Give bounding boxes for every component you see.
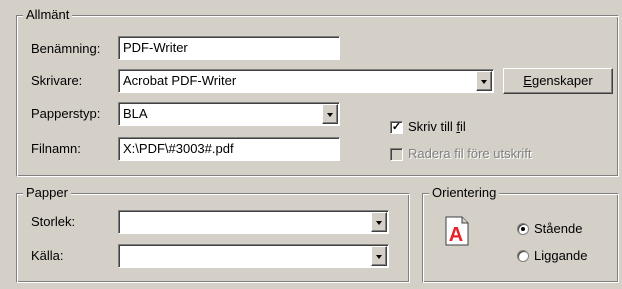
name-input[interactable]: PDF-Writer — [118, 36, 340, 60]
portrait-icon-letter: A — [449, 224, 463, 246]
properties-button-rest: genskaper — [531, 73, 593, 88]
print-to-file-prefix: Skriv till — [408, 119, 457, 134]
paper-type-label: Papperstyp: — [31, 106, 101, 121]
paper-legend: Papper — [23, 185, 71, 201]
chevron-down-icon[interactable] — [371, 246, 387, 266]
portrait-page-icon: A — [445, 216, 469, 246]
general-groupbox: Allmänt Benämning: PDF-Writer Skrivare: … — [16, 7, 619, 177]
source-select[interactable] — [118, 244, 389, 268]
chevron-down-icon[interactable] — [476, 71, 492, 91]
print-to-file-label[interactable]: Skriv till fil — [408, 119, 466, 135]
size-label: Storlek: — [31, 214, 76, 229]
print-to-file-checkbox[interactable]: ✓ — [390, 121, 403, 134]
orientation-groupbox: Orientering A Stående Liggande — [422, 185, 619, 283]
chevron-down-icon[interactable] — [322, 104, 338, 124]
chevron-down-icon[interactable] — [371, 212, 387, 232]
name-label: Benämning: — [31, 41, 101, 56]
paper-type-select[interactable]: BLA — [118, 102, 340, 126]
filename-input-value: X:\PDF\#3003#.pdf — [123, 141, 234, 156]
printer-label: Skrivare: — [31, 73, 83, 88]
properties-button[interactable]: Egenskaper — [503, 68, 613, 94]
delete-before-print-label: Radera fil före utskrift — [408, 146, 532, 161]
size-select[interactable] — [118, 210, 389, 234]
name-input-value: PDF-Writer — [123, 40, 188, 55]
portrait-label[interactable]: Stående — [534, 221, 582, 237]
filename-input[interactable]: X:\PDF\#3003#.pdf — [118, 137, 340, 161]
properties-button-accel: E — [523, 73, 532, 88]
printer-select-value: Acrobat PDF-Writer — [123, 73, 237, 88]
filename-label: Filnamn: — [31, 141, 81, 156]
delete-before-print-checkbox — [390, 148, 403, 161]
print-to-file-rest: il — [460, 119, 466, 134]
landscape-label[interactable]: Liggande — [534, 248, 588, 264]
portrait-radio[interactable] — [517, 223, 529, 235]
paper-groupbox: Papper Storlek: Källa: — [16, 185, 410, 283]
source-label: Källa: — [31, 248, 64, 263]
landscape-radio[interactable] — [517, 250, 529, 262]
paper-type-select-value: BLA — [123, 106, 148, 121]
orientation-legend: Orientering — [429, 185, 500, 201]
printer-select[interactable]: Acrobat PDF-Writer — [118, 69, 494, 93]
general-legend: Allmänt — [23, 7, 73, 23]
